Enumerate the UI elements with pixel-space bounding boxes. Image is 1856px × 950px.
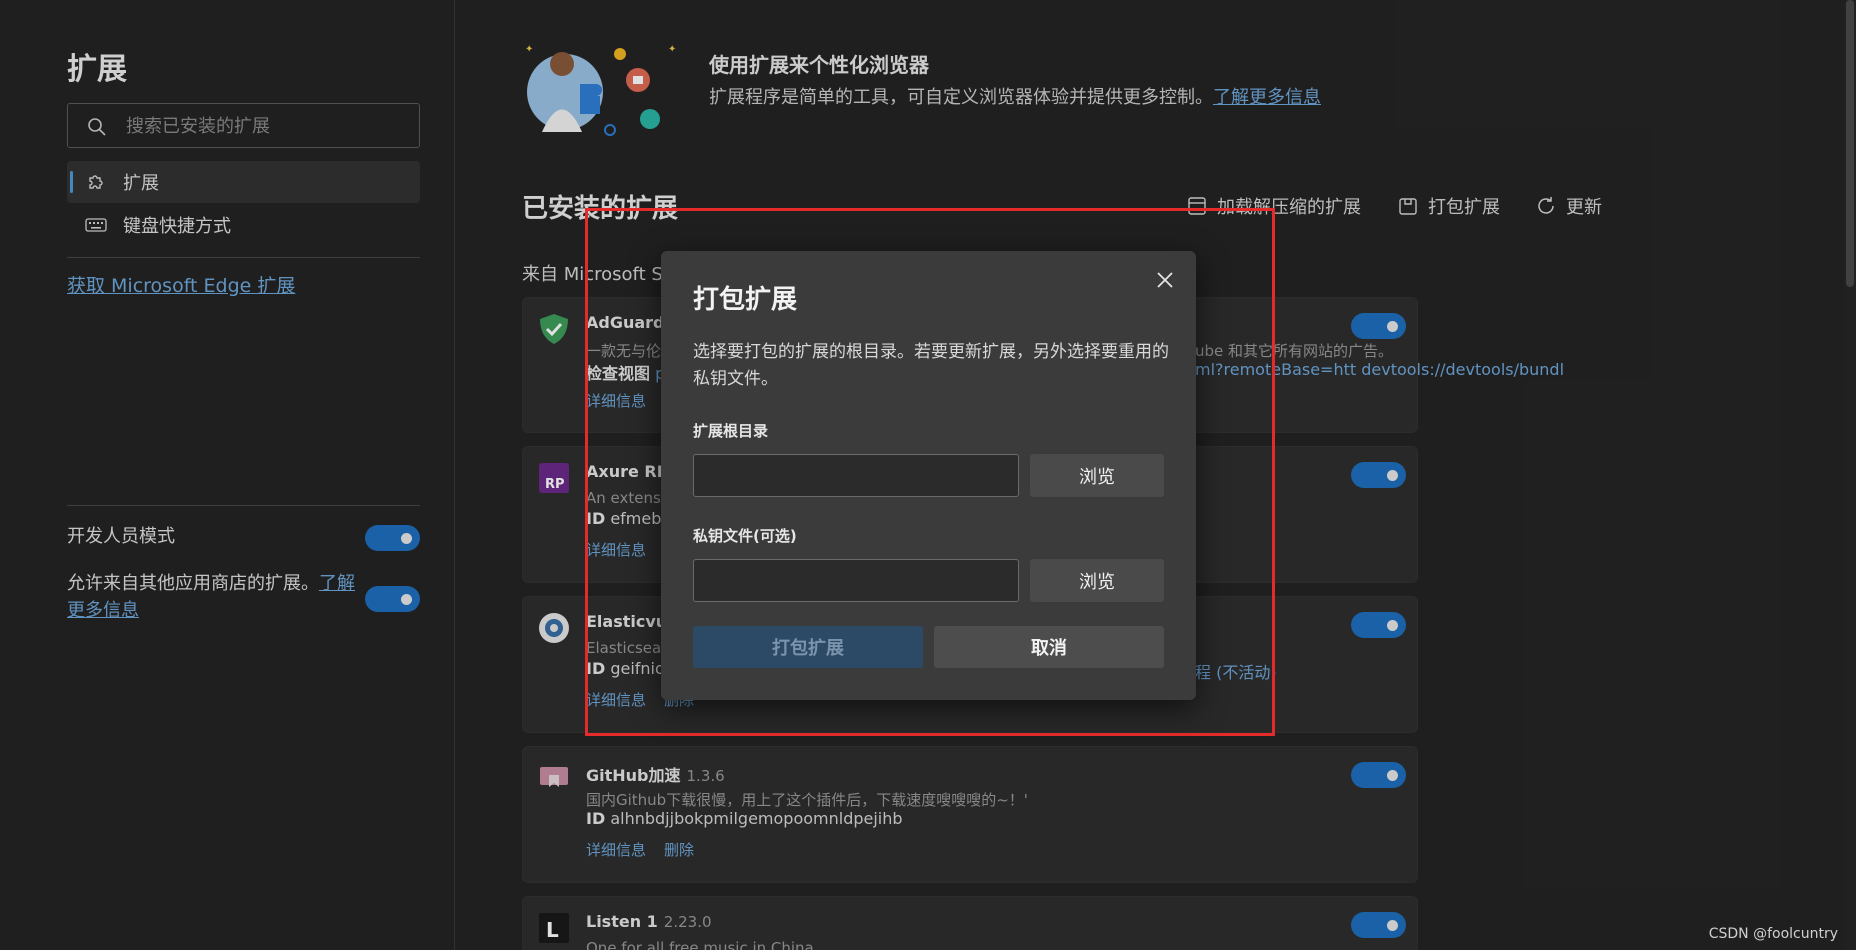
cancel-button[interactable]: 取消 <box>934 626 1164 668</box>
pack-extension-dialog: 打包扩展 选择要打包的扩展的根目录。若要更新扩展，另外选择要重用的私钥文件。 扩… <box>661 251 1196 700</box>
watermark: CSDN @foolcuntry <box>1708 926 1838 942</box>
root-directory-label: 扩展根目录 <box>693 422 769 440</box>
private-key-label: 私钥文件(可选) <box>693 527 797 545</box>
dialog-title: 打包扩展 <box>693 285 798 315</box>
key-browse-button[interactable]: 浏览 <box>1030 559 1164 602</box>
close-button[interactable] <box>1150 265 1180 295</box>
close-icon <box>1157 272 1173 288</box>
root-browse-button[interactable]: 浏览 <box>1030 454 1164 497</box>
pack-extension-submit-button[interactable]: 打包扩展 <box>693 626 923 668</box>
private-key-input[interactable] <box>693 559 1019 602</box>
dialog-description: 选择要打包的扩展的根目录。若要更新扩展，另外选择要重用的私钥文件。 <box>693 342 1169 389</box>
root-directory-input[interactable] <box>693 454 1019 497</box>
